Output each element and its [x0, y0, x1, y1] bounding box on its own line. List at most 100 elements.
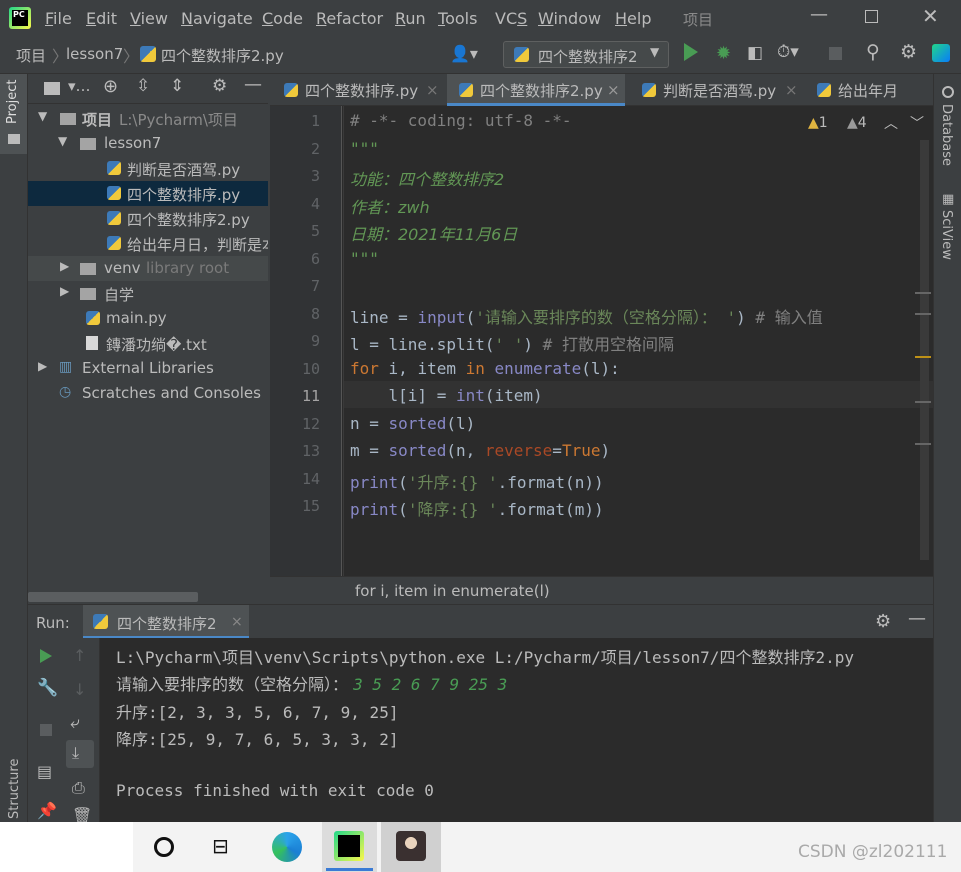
- maximize-icon[interactable]: [865, 10, 878, 23]
- tab-file[interactable]: 判断是否酒驾.py ×: [625, 74, 801, 106]
- line-number: 8: [310, 305, 320, 323]
- gear-icon[interactable]: ⚙: [212, 76, 227, 96]
- menu-code[interactable]: Code: [262, 9, 303, 28]
- pin-icon[interactable]: 📌: [37, 801, 57, 820]
- code-line: m = sorted(n, reverse=True): [350, 441, 611, 460]
- tree-item-external-libraries[interactable]: ▶ ▥ External Libraries: [28, 356, 268, 381]
- tree-item-venv[interactable]: ▶ venv library root: [28, 256, 268, 281]
- project-tool-button[interactable]: Project: [0, 74, 27, 154]
- coverage-icon[interactable]: ◧: [747, 43, 763, 63]
- tree-item-file[interactable]: 鏄潘功绱�.txt: [28, 331, 268, 356]
- right-tool-strip: Database ▦ SciView: [933, 74, 961, 822]
- structure-tool-button[interactable]: Structure: [7, 759, 22, 819]
- run-icon[interactable]: [684, 43, 698, 61]
- taskbar-pycharm[interactable]: [322, 822, 377, 872]
- tab-file[interactable]: 给出年月: [801, 74, 933, 106]
- close-tab-icon[interactable]: ×: [785, 81, 798, 99]
- menu-tools[interactable]: Tools: [438, 9, 477, 28]
- sciview-tool-button[interactable]: SciView: [939, 210, 954, 260]
- minimize-icon[interactable]: —: [810, 4, 828, 25]
- cortana-icon[interactable]: [154, 837, 174, 857]
- soft-wrap-icon[interactable]: ⤶: [70, 713, 80, 733]
- gear-icon[interactable]: ⚙: [900, 41, 917, 63]
- run-config-select[interactable]: 四个整数排序2 ▼: [503, 41, 669, 68]
- tree-item-scratches[interactable]: ◷ Scratches and Consoles: [28, 381, 268, 406]
- line-number: 14: [301, 470, 320, 488]
- scratches-icon: ◷: [59, 384, 72, 400]
- menu-view[interactable]: View: [130, 9, 168, 28]
- menu-run[interactable]: Run: [395, 9, 426, 28]
- folder-icon: [80, 138, 96, 150]
- gear-icon[interactable]: ⚙: [875, 611, 891, 632]
- profile-icon[interactable]: ⏱▾: [777, 42, 799, 62]
- menu-help[interactable]: Help: [615, 9, 651, 28]
- tab-file-active[interactable]: 四个整数排序2.py ×: [447, 74, 625, 106]
- run-panel-header: Run: 四个整数排序2 × ⚙ —: [28, 604, 933, 639]
- stop-icon[interactable]: [40, 724, 52, 736]
- menu-bar: PC File Edit View Navigate Code Refactor…: [0, 0, 961, 36]
- editor-tab-bar: 四个整数排序.py × 四个整数排序2.py × 判断是否酒驾.py × 给出年…: [270, 74, 933, 106]
- toolbox-icon[interactable]: [932, 44, 950, 62]
- taskbar-photo-app[interactable]: [381, 822, 441, 872]
- breadcrumb-root[interactable]: 项目: [16, 45, 46, 66]
- python-file-icon: [459, 83, 473, 97]
- menu-navigate[interactable]: Navigate: [181, 9, 253, 28]
- print-icon[interactable]: ⎙: [72, 778, 85, 798]
- close-tab-icon[interactable]: ×: [231, 614, 243, 630]
- tab-file[interactable]: 四个整数排序.py ×: [270, 74, 447, 106]
- rerun-icon[interactable]: [40, 649, 52, 663]
- user-icon[interactable]: 👤▾: [450, 44, 478, 63]
- vertical-scrollbar[interactable]: [920, 140, 929, 560]
- menu-edit[interactable]: Edit: [86, 9, 117, 28]
- search-icon[interactable]: ⚲: [866, 41, 880, 63]
- layout-icon[interactable]: ▤: [37, 762, 52, 781]
- weak-warning-icon[interactable]: ▲4: [847, 115, 867, 131]
- tree-item-folder[interactable]: ▶ 自学: [28, 281, 268, 306]
- arrow-down-icon[interactable]: ↓: [73, 680, 86, 699]
- hide-icon[interactable]: —: [244, 74, 262, 95]
- code-line: l[i] = int(item): [350, 386, 543, 405]
- run-tab[interactable]: 四个整数排序2 ×: [83, 605, 249, 639]
- python-icon: [93, 614, 108, 629]
- taskbar-search-area[interactable]: [0, 822, 133, 872]
- arrow-up-icon[interactable]: ↑: [73, 646, 86, 665]
- breadcrumb-file[interactable]: 四个整数排序2.py: [161, 45, 284, 66]
- line-number: 3: [310, 167, 320, 185]
- edge-browser-icon[interactable]: [272, 832, 302, 862]
- wrench-icon[interactable]: 🔧: [37, 678, 58, 698]
- run-label: Run:: [36, 614, 70, 632]
- task-view-icon[interactable]: ⊟: [212, 834, 229, 858]
- tree-item-file-selected[interactable]: 四个整数排序.py: [28, 181, 268, 206]
- chevron-up-icon[interactable]: ︿: [884, 113, 898, 133]
- tree-item-file[interactable]: 判断是否酒驾.py: [28, 156, 268, 181]
- debug-icon[interactable]: ✹: [716, 43, 731, 64]
- tree-item-folder[interactable]: ▼ lesson7: [28, 131, 268, 156]
- locate-icon[interactable]: ⊕: [103, 76, 118, 97]
- stop-icon[interactable]: [829, 47, 842, 60]
- close-icon[interactable]: ✕: [922, 4, 939, 28]
- run-toolbar: ↑ 🔧 ↓ ⤶ ⤓ ▤ ⎙ 📌 🗑: [28, 638, 100, 825]
- scroll-to-end-icon[interactable]: ⤓: [66, 740, 94, 768]
- horizontal-scrollbar[interactable]: [28, 592, 198, 602]
- menu-window[interactable]: Window: [538, 9, 601, 28]
- tree-item-file[interactable]: 四个整数排序2.py: [28, 206, 268, 231]
- tree-item-file[interactable]: main.py: [28, 306, 268, 331]
- collapse-all-icon[interactable]: ⇕: [170, 76, 184, 96]
- close-tab-icon[interactable]: ×: [426, 81, 439, 99]
- tree-item-project-root[interactable]: ▼ 项目 L:\Pycharm\项目: [28, 106, 268, 131]
- chevron-down-icon[interactable]: ﹀: [910, 113, 924, 133]
- close-tab-icon[interactable]: ×: [607, 81, 620, 99]
- expand-all-icon[interactable]: ⇳: [136, 76, 150, 96]
- editor-breadcrumb[interactable]: for i, item in enumerate(l): [355, 582, 550, 600]
- menu-file[interactable]: File: [45, 9, 72, 28]
- database-tool-button[interactable]: Database: [939, 104, 954, 166]
- code-line: print('降序:{} '.format(m)): [350, 500, 604, 519]
- line-number: 13: [301, 442, 320, 460]
- hide-icon[interactable]: —: [908, 608, 926, 629]
- tree-item-file[interactable]: 给出年月日，判断是本: [28, 231, 268, 256]
- menu-vcs[interactable]: VCS: [495, 9, 527, 28]
- warning-icon[interactable]: ▲1: [808, 115, 828, 131]
- menu-refactor[interactable]: Refactor: [316, 9, 383, 28]
- view-mode-select[interactable]: ▾…: [68, 77, 91, 95]
- breadcrumb-folder[interactable]: lesson7: [66, 45, 123, 63]
